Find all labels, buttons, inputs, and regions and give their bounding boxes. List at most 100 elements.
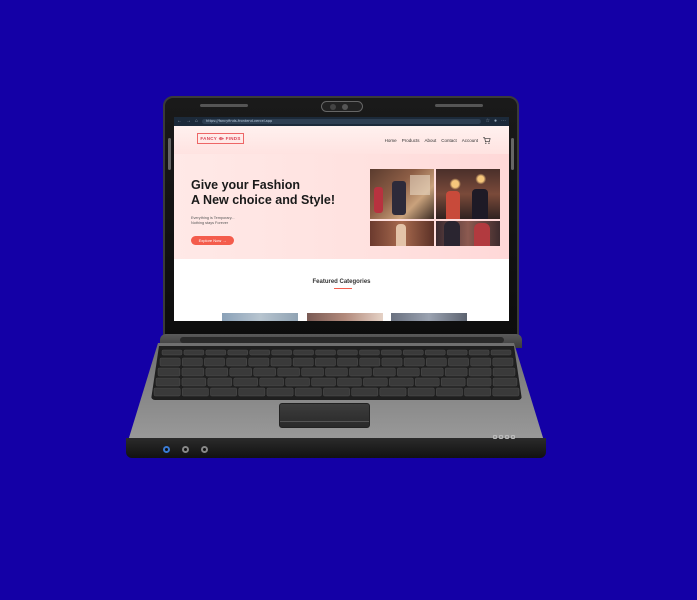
keyboard-key[interactable] bbox=[181, 367, 205, 377]
keyboard-key[interactable] bbox=[227, 349, 248, 356]
menu-icon[interactable]: ⋯ bbox=[501, 119, 506, 124]
keyboard-key[interactable] bbox=[285, 377, 310, 387]
profile-icon[interactable]: ● bbox=[494, 119, 497, 124]
keyboard-key[interactable] bbox=[253, 367, 276, 377]
keyboard-key[interactable] bbox=[492, 377, 518, 387]
site-logo[interactable]: FANCY ⟴ FINDS bbox=[197, 133, 244, 144]
keyboard-key[interactable] bbox=[205, 349, 227, 356]
keyboard-key[interactable] bbox=[397, 367, 420, 377]
nav-contact[interactable]: Contact bbox=[441, 138, 457, 143]
keyboard-key[interactable] bbox=[161, 349, 183, 356]
keyboard-key[interactable] bbox=[182, 387, 209, 397]
keyboard[interactable] bbox=[151, 346, 522, 400]
keyboard-key[interactable] bbox=[270, 357, 292, 367]
category-card[interactable] bbox=[391, 313, 467, 321]
keyboard-key[interactable] bbox=[381, 349, 402, 356]
keyboard-key[interactable] bbox=[259, 377, 284, 387]
star-icon[interactable]: ☆ bbox=[485, 119, 489, 124]
keyboard-key[interactable] bbox=[226, 357, 247, 367]
home-icon[interactable]: ⌂ bbox=[195, 119, 198, 124]
keyboard-key[interactable] bbox=[446, 349, 468, 356]
keyboard-key[interactable] bbox=[205, 367, 228, 377]
keyboard-key[interactable] bbox=[277, 367, 300, 377]
keyboard-key[interactable] bbox=[157, 367, 181, 377]
keyboard-key[interactable] bbox=[359, 357, 381, 367]
keyboard-key[interactable] bbox=[421, 367, 444, 377]
keyboard-key[interactable] bbox=[248, 357, 270, 367]
keyboard-key[interactable] bbox=[271, 349, 292, 356]
forward-arrow-icon[interactable]: → bbox=[186, 119, 191, 124]
audio-port-icon bbox=[182, 446, 189, 453]
keyboard-key[interactable] bbox=[315, 349, 336, 356]
keyboard-key[interactable] bbox=[379, 387, 407, 397]
keyboard-key[interactable] bbox=[292, 357, 314, 367]
keyboard-key[interactable] bbox=[492, 387, 520, 397]
keyboard-key[interactable] bbox=[249, 349, 270, 356]
keyboard-key[interactable] bbox=[207, 377, 232, 387]
keyboard-key[interactable] bbox=[373, 367, 396, 377]
keyboard-key[interactable] bbox=[441, 377, 466, 387]
nav-account[interactable]: Account bbox=[462, 138, 478, 143]
keyboard-key[interactable] bbox=[389, 377, 414, 387]
keyboard-key[interactable] bbox=[293, 349, 314, 356]
keyboard-key[interactable] bbox=[325, 367, 348, 377]
keyboard-key[interactable] bbox=[351, 387, 379, 397]
keyboard-key[interactable] bbox=[181, 377, 207, 387]
keyboard-key[interactable] bbox=[466, 377, 492, 387]
keyboard-key[interactable] bbox=[183, 349, 205, 356]
keyboard-key[interactable] bbox=[407, 387, 435, 397]
keyboard-key[interactable] bbox=[436, 387, 463, 397]
explore-now-button[interactable]: Explore Now → bbox=[191, 236, 234, 245]
nav-products[interactable]: Products bbox=[402, 138, 420, 143]
keyboard-key[interactable] bbox=[337, 349, 358, 356]
back-arrow-icon[interactable]: ← bbox=[177, 119, 182, 124]
keyboard-keys[interactable] bbox=[151, 346, 522, 400]
keyboard-key[interactable] bbox=[323, 387, 350, 397]
keyboard-key[interactable] bbox=[448, 357, 469, 367]
keyboard-key[interactable] bbox=[468, 367, 492, 377]
keyboard-key[interactable] bbox=[315, 357, 336, 367]
trackpad[interactable] bbox=[279, 403, 370, 428]
keyboard-key[interactable] bbox=[464, 387, 491, 397]
keyboard-key[interactable] bbox=[181, 357, 203, 367]
category-card[interactable] bbox=[222, 313, 298, 321]
keyboard-key[interactable] bbox=[425, 349, 446, 356]
keyboard-key[interactable] bbox=[470, 357, 492, 367]
keyboard-key[interactable] bbox=[155, 377, 181, 387]
indicator-lights bbox=[493, 435, 515, 439]
cart-icon[interactable] bbox=[483, 137, 491, 144]
keyboard-key[interactable] bbox=[403, 357, 425, 367]
keyboard-key[interactable] bbox=[426, 357, 447, 367]
category-card[interactable] bbox=[307, 313, 383, 321]
keyboard-key[interactable] bbox=[301, 367, 324, 377]
indicator-light-icon bbox=[511, 435, 515, 439]
keyboard-key[interactable] bbox=[233, 377, 258, 387]
keyboard-key[interactable] bbox=[337, 357, 358, 367]
keyboard-key[interactable] bbox=[159, 357, 181, 367]
keyboard-key[interactable] bbox=[311, 377, 336, 387]
keyboard-key[interactable] bbox=[266, 387, 294, 397]
nav-about[interactable]: About bbox=[424, 138, 436, 143]
keyboard-key[interactable] bbox=[294, 387, 322, 397]
keyboard-key[interactable] bbox=[359, 349, 380, 356]
keyboard-key[interactable] bbox=[363, 377, 388, 387]
keyboard-key[interactable] bbox=[415, 377, 440, 387]
keyboard-key[interactable] bbox=[337, 377, 362, 387]
keyboard-key[interactable] bbox=[445, 367, 468, 377]
keyboard-key[interactable] bbox=[492, 367, 516, 377]
keyboard-key[interactable] bbox=[204, 357, 225, 367]
address-bar[interactable]: https://fancyfinds-frontend.vercel.app bbox=[202, 119, 482, 124]
fashion-photo bbox=[436, 169, 500, 219]
trackpad-button[interactable] bbox=[280, 421, 369, 427]
keyboard-key[interactable] bbox=[492, 357, 514, 367]
keyboard-key[interactable] bbox=[349, 367, 372, 377]
keyboard-key[interactable] bbox=[229, 367, 252, 377]
keyboard-key[interactable] bbox=[468, 349, 490, 356]
keyboard-key[interactable] bbox=[381, 357, 403, 367]
keyboard-key[interactable] bbox=[210, 387, 237, 397]
keyboard-key[interactable] bbox=[153, 387, 181, 397]
keyboard-key[interactable] bbox=[238, 387, 266, 397]
keyboard-key[interactable] bbox=[490, 349, 512, 356]
nav-home[interactable]: Home bbox=[385, 138, 397, 143]
keyboard-key[interactable] bbox=[403, 349, 424, 356]
